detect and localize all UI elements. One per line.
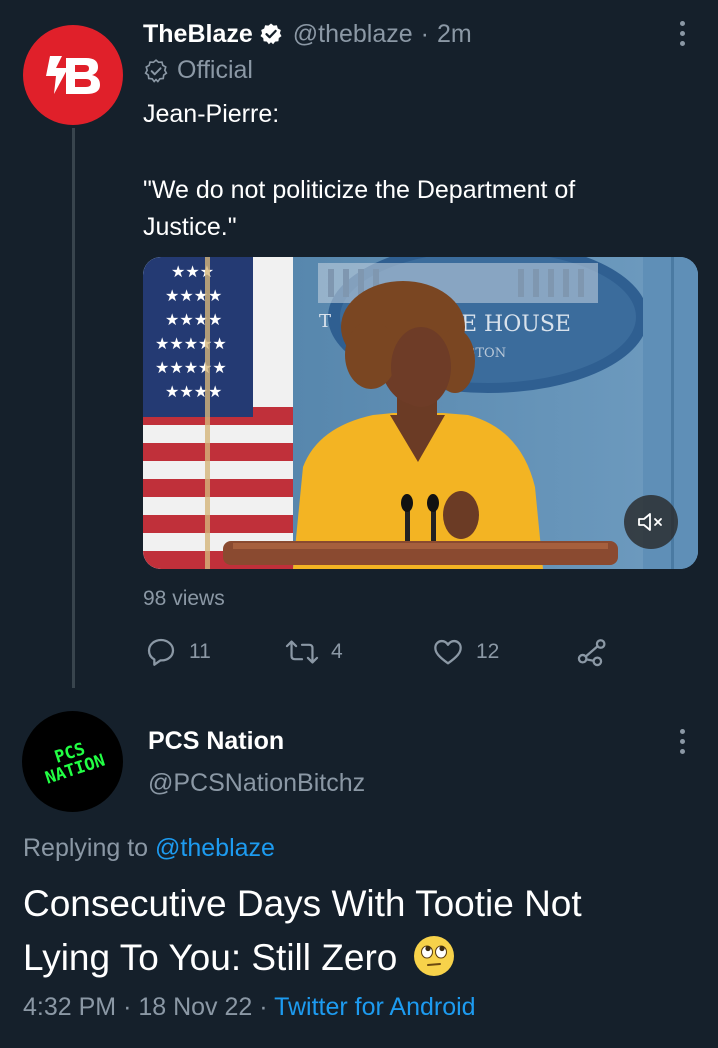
view-count: 98 views <box>143 587 225 610</box>
svg-text:T: T <box>319 311 331 332</box>
share-icon <box>577 639 606 667</box>
official-badge-icon <box>144 58 168 83</box>
svg-text:★★★★: ★★★★ <box>165 382 222 401</box>
official-text: Official <box>177 56 253 84</box>
share-button[interactable] <box>576 636 608 673</box>
heart-icon <box>434 639 462 665</box>
author-name[interactable]: TheBlaze <box>143 20 253 49</box>
reply-icon <box>147 638 175 666</box>
reply-text-line2-wrap: Lying To You: Still Zero <box>23 931 454 984</box>
client-link[interactable]: Twitter for Android <box>274 993 475 1021</box>
reply-text-line2: Lying To You: Still Zero <box>23 937 398 978</box>
svg-text:★★★★★: ★★★★★ <box>155 334 227 353</box>
retweet-action[interactable]: 4 <box>285 636 343 668</box>
reply-more-menu-icon[interactable] <box>678 729 686 754</box>
reply-action[interactable]: 11 <box>145 636 211 668</box>
tweet-text-line3: Justice." <box>143 213 237 241</box>
thread-connector-line <box>72 128 75 688</box>
retweet-icon <box>285 640 319 664</box>
svg-text:★★★★: ★★★★ <box>165 310 222 329</box>
video-backdrop-text: E HOUSE <box>461 312 571 337</box>
pcs-logo: PCS NATION <box>42 738 108 789</box>
pcs-nation-avatar[interactable]: PCS NATION <box>22 711 123 812</box>
official-label: Official <box>143 56 253 85</box>
reply-text-line1: Consecutive Days With Tootie Not <box>23 883 582 924</box>
volume-muted-icon <box>638 513 662 531</box>
like-count: 12 <box>476 640 500 663</box>
tweet-more-menu-icon[interactable] <box>678 21 686 46</box>
replying-to: Replying to @theblaze <box>23 834 275 863</box>
face-with-rolling-eyes-icon <box>413 936 454 977</box>
reply-time[interactable]: 4:32 PM <box>23 993 116 1021</box>
header-separator: · <box>420 19 429 48</box>
tweet-video[interactable]: ★★★ ★★★★ ★★★★ ★★★★★ ★★★★★ ★★★★ E HOUSE GTON… <box>143 257 698 569</box>
svg-text:★★★★: ★★★★ <box>165 286 222 305</box>
replying-to-handle[interactable]: @theblaze <box>155 834 275 862</box>
tweet-text-line1: Jean-Pierre: <box>143 100 280 128</box>
tweet-time[interactable]: 2m <box>437 20 472 49</box>
replying-to-prefix: Replying to <box>23 834 149 862</box>
like-action[interactable]: 12 <box>432 636 499 668</box>
reply-author-name[interactable]: PCS Nation <box>148 727 284 756</box>
mute-toggle-button[interactable] <box>624 495 678 549</box>
blaze-logo-icon <box>46 56 100 94</box>
svg-text:★★★★★: ★★★★★ <box>155 358 227 377</box>
tweet-text-line2: "We do not politicize the Department of <box>143 176 576 204</box>
tweet-header: TheBlaze @theblaze · 2m <box>143 17 472 51</box>
reply-date[interactable]: 18 Nov 22 <box>138 993 252 1021</box>
meta-separator-1: · <box>123 993 132 1021</box>
reply-count: 11 <box>189 640 211 663</box>
meta-separator-2: · <box>259 993 268 1021</box>
retweet-count: 4 <box>331 640 343 663</box>
reply-author-handle[interactable]: @PCSNationBitchz <box>148 769 365 798</box>
verified-badge-icon <box>260 23 282 45</box>
theblaze-avatar[interactable] <box>23 25 123 125</box>
reply-meta: 4:32 PM · 18 Nov 22 · Twitter for Androi… <box>23 993 476 1022</box>
author-handle[interactable]: @theblaze <box>293 20 413 49</box>
video-frame-image: ★★★★★★★ ★★★★★★★★★ ★★★★★★★★★ E HOUSE GTON… <box>143 257 698 569</box>
